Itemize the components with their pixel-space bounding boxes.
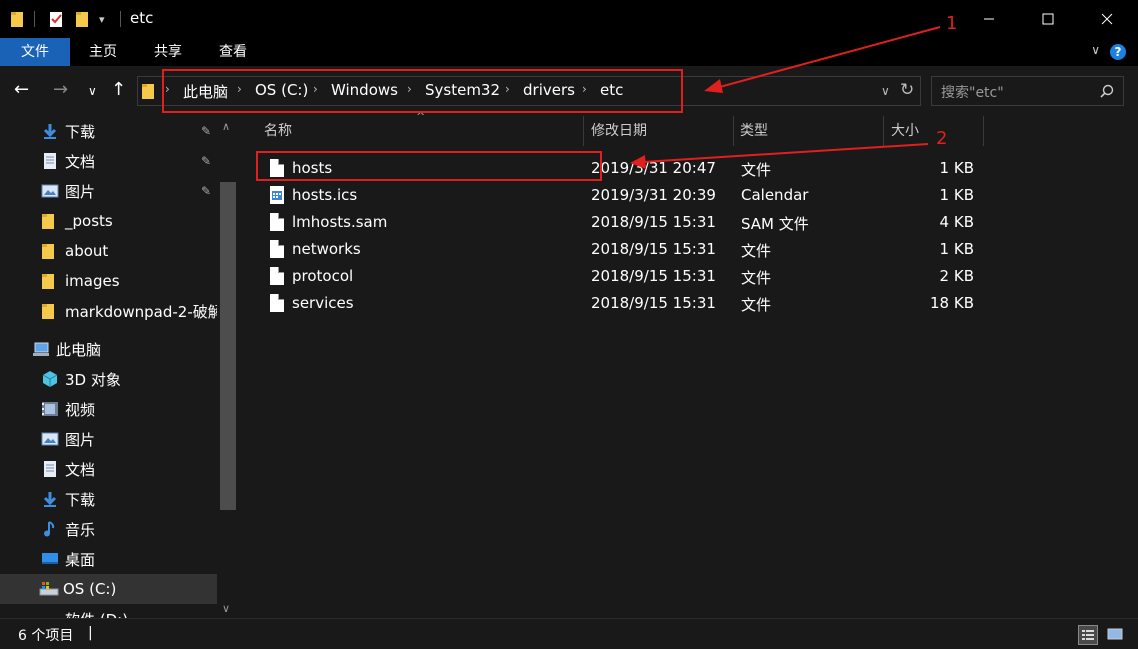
annotation-arrows <box>630 26 941 169</box>
annotation-arrow-2 <box>642 143 929 163</box>
annotation-arrowhead-2 <box>630 155 646 169</box>
annotation-label-2: 2 <box>936 128 948 149</box>
annotation-arrowhead-1 <box>704 79 723 93</box>
annotation-label-1: 1 <box>946 13 958 34</box>
annotation-arrow-1 <box>715 26 941 89</box>
